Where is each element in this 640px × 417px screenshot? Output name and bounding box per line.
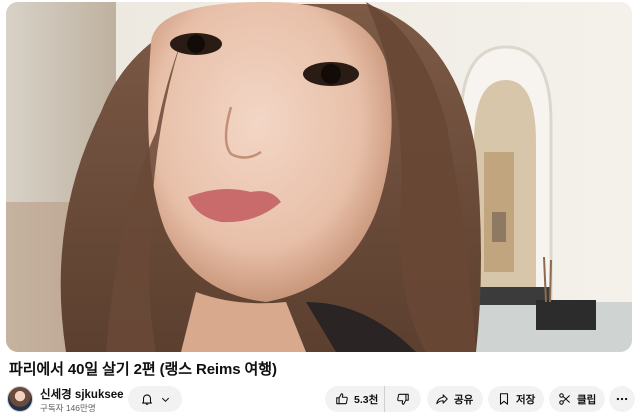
scissors-icon: [559, 393, 571, 405]
bookmark-icon: [499, 393, 509, 405]
notification-bell-button[interactable]: [128, 386, 182, 412]
save-label: 저장: [516, 393, 536, 406]
channel-name[interactable]: 신세경 sjkuksee: [40, 386, 124, 402]
video-player[interactable]: [6, 2, 632, 352]
subscriber-count: 구독자 146만명: [40, 403, 96, 413]
save-button[interactable]: 저장: [488, 386, 544, 412]
channel-avatar[interactable]: [7, 386, 33, 412]
thumbs-up-icon: [336, 393, 348, 405]
more-horizontal-icon: [616, 397, 628, 401]
dislike-button[interactable]: [385, 386, 421, 412]
video-frame-image: [6, 2, 632, 352]
like-count: 5.3천: [354, 393, 379, 406]
thumbs-down-icon: [397, 393, 409, 405]
share-label: 공유: [454, 393, 474, 406]
video-title: 파리에서 40일 살기 2편 (랭스 Reims 여행): [9, 361, 277, 378]
chevron-down-icon: [161, 397, 169, 402]
more-actions-button[interactable]: [609, 386, 635, 412]
like-button[interactable]: 5.3천: [325, 386, 385, 412]
share-button[interactable]: 공유: [427, 386, 483, 412]
share-arrow-icon: [436, 394, 448, 405]
clip-label: 클립: [577, 393, 597, 406]
bell-icon: [141, 394, 152, 405]
like-dislike-group: 5.3천: [325, 386, 421, 412]
clip-button[interactable]: 클립: [549, 386, 605, 412]
